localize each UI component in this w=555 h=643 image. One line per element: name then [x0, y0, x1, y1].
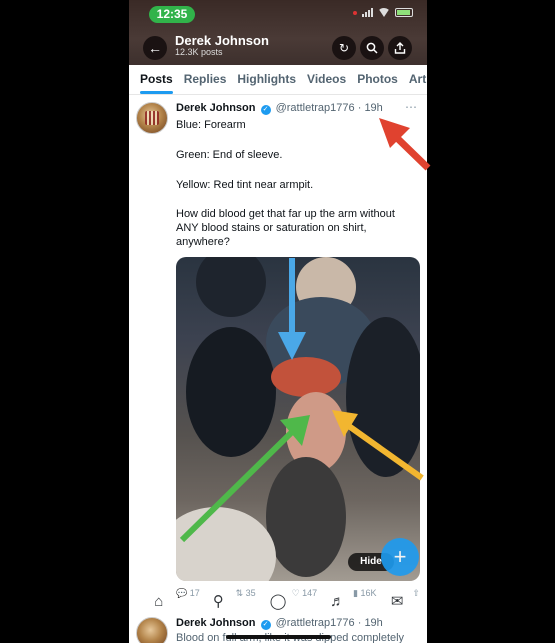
avatar[interactable] — [136, 102, 168, 134]
verified-badge-icon: ✓ — [260, 620, 271, 630]
compose-button[interactable]: + — [381, 538, 419, 576]
profile-header: 12:35 ← Derek Johnson 12.3K posts ↻ — [129, 0, 427, 65]
home-icon[interactable]: ⌂ — [149, 592, 169, 612]
notifications-icon[interactable]: ♬ — [328, 592, 348, 612]
profile-tabs: Posts Replies Highlights Videos Photos A… — [129, 65, 427, 95]
tweet-text-line: Green: End of sleeve. — [176, 149, 283, 161]
recording-dot-icon — [353, 10, 357, 15]
share-button[interactable] — [388, 36, 412, 60]
tweet-text-line: anywhere? — [176, 236, 230, 248]
tab-highlights[interactable]: Highlights — [226, 65, 296, 94]
tweet-text-line: Blue: Forearm — [176, 119, 246, 131]
refresh-button[interactable]: ↻ — [332, 36, 356, 60]
header-post-count: 12.3K posts — [175, 47, 223, 57]
tweet-author-handle[interactable]: @rattletrap1776 — [276, 102, 355, 114]
back-button[interactable]: ← — [143, 36, 167, 60]
screen: 12:35 ← Derek Johnson 12.3K posts ↻ Post… — [0, 0, 555, 643]
tab-articles[interactable]: Art — [398, 65, 426, 94]
tweet-author-name[interactable]: Derek Johnson — [176, 102, 255, 114]
status-bar: 12:35 — [129, 0, 427, 28]
messages-icon[interactable]: ✉ — [387, 592, 407, 612]
tweet-text-line: Yellow: Red tint near armpit. — [176, 179, 314, 191]
tweet-header: Derek Johnson ✓ @rattletrap1776 · 19h — [176, 102, 383, 115]
search-icon — [366, 42, 378, 54]
search-nav-icon[interactable]: ⚲ — [208, 592, 228, 612]
search-button[interactable] — [360, 36, 384, 60]
status-time: 12:35 — [149, 6, 195, 23]
share-icon — [394, 42, 406, 54]
tweet-text-line: How did blood get that far up the arm wi… — [176, 208, 395, 220]
header-name: Derek Johnson — [175, 33, 269, 48]
avatar[interactable] — [136, 617, 168, 643]
home-indicator — [226, 635, 331, 639]
tab-replies[interactable]: Replies — [173, 65, 227, 94]
next-tweet-header: Derek Johnson ✓ @rattletrap1776 · 19h — [176, 617, 383, 630]
more-options-icon[interactable]: ⋯ — [405, 100, 417, 114]
wifi-icon — [378, 8, 390, 17]
verified-badge-icon: ✓ — [260, 105, 271, 115]
tab-posts[interactable]: Posts — [129, 65, 173, 94]
tweet-photo[interactable]: Hide — [176, 257, 420, 581]
bottom-navigation: ⌂ ⚲ ◯ ♬ ✉ — [129, 590, 427, 614]
tweet-time: 19h — [364, 102, 383, 114]
phone-screen: 12:35 ← Derek Johnson 12.3K posts ↻ Post… — [129, 0, 427, 643]
signal-icon — [362, 8, 373, 17]
tweet-text-line: ANY blood stains or saturation on shirt, — [176, 222, 367, 234]
status-icons — [353, 8, 413, 17]
battery-icon — [395, 8, 413, 17]
tab-photos[interactable]: Photos — [346, 65, 398, 94]
tab-videos[interactable]: Videos — [296, 65, 346, 94]
grok-icon[interactable]: ◯ — [268, 592, 288, 612]
